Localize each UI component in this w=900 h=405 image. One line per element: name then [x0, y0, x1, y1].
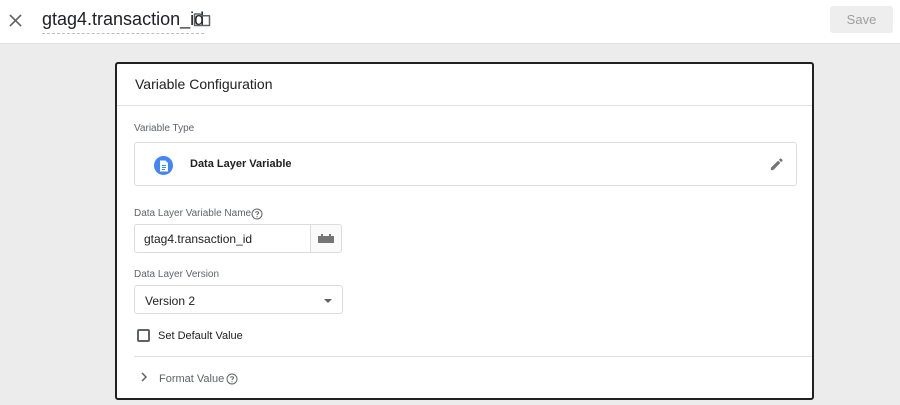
top-bar: gtag4.transaction_id Save	[0, 0, 900, 44]
variable-name-input[interactable]	[134, 224, 310, 253]
chevron-right-icon	[138, 371, 150, 383]
close-button[interactable]	[6, 8, 24, 32]
variable-title[interactable]: gtag4.transaction_id	[42, 8, 205, 34]
save-button[interactable]: Save	[830, 6, 893, 33]
variable-name-label: Data Layer Variable Name	[134, 208, 252, 219]
format-value-label: Format Value	[159, 373, 225, 385]
version-label: Data Layer Version	[134, 269, 220, 280]
data-layer-variable-icon	[154, 156, 173, 175]
version-select[interactable]: Version 2	[134, 285, 343, 314]
format-value-toggle[interactable]: Format Value	[134, 364, 434, 392]
variable-picker-button[interactable]	[310, 224, 342, 253]
variable-type-selector[interactable]: Data Layer Variable	[134, 142, 797, 186]
edit-pencil-icon[interactable]	[767, 155, 785, 173]
version-selected-value: Version 2	[145, 294, 196, 308]
section-divider	[134, 356, 812, 357]
folder-icon	[193, 12, 211, 26]
variable-configuration-card: Variable Configuration Variable Type Dat…	[115, 62, 814, 400]
variable-type-label: Variable Type	[134, 123, 195, 134]
help-circle-icon[interactable]	[251, 208, 263, 220]
close-icon	[8, 13, 22, 27]
set-default-value-label[interactable]: Set Default Value	[158, 330, 243, 342]
dropdown-caret-icon	[324, 299, 332, 303]
card-title: Variable Configuration	[117, 64, 812, 106]
help-circle-icon[interactable]	[226, 373, 238, 385]
set-default-value-checkbox[interactable]	[137, 329, 150, 342]
folder-button[interactable]	[192, 9, 212, 29]
variable-block-icon	[318, 234, 334, 243]
variable-type-name: Data Layer Variable	[190, 158, 292, 170]
